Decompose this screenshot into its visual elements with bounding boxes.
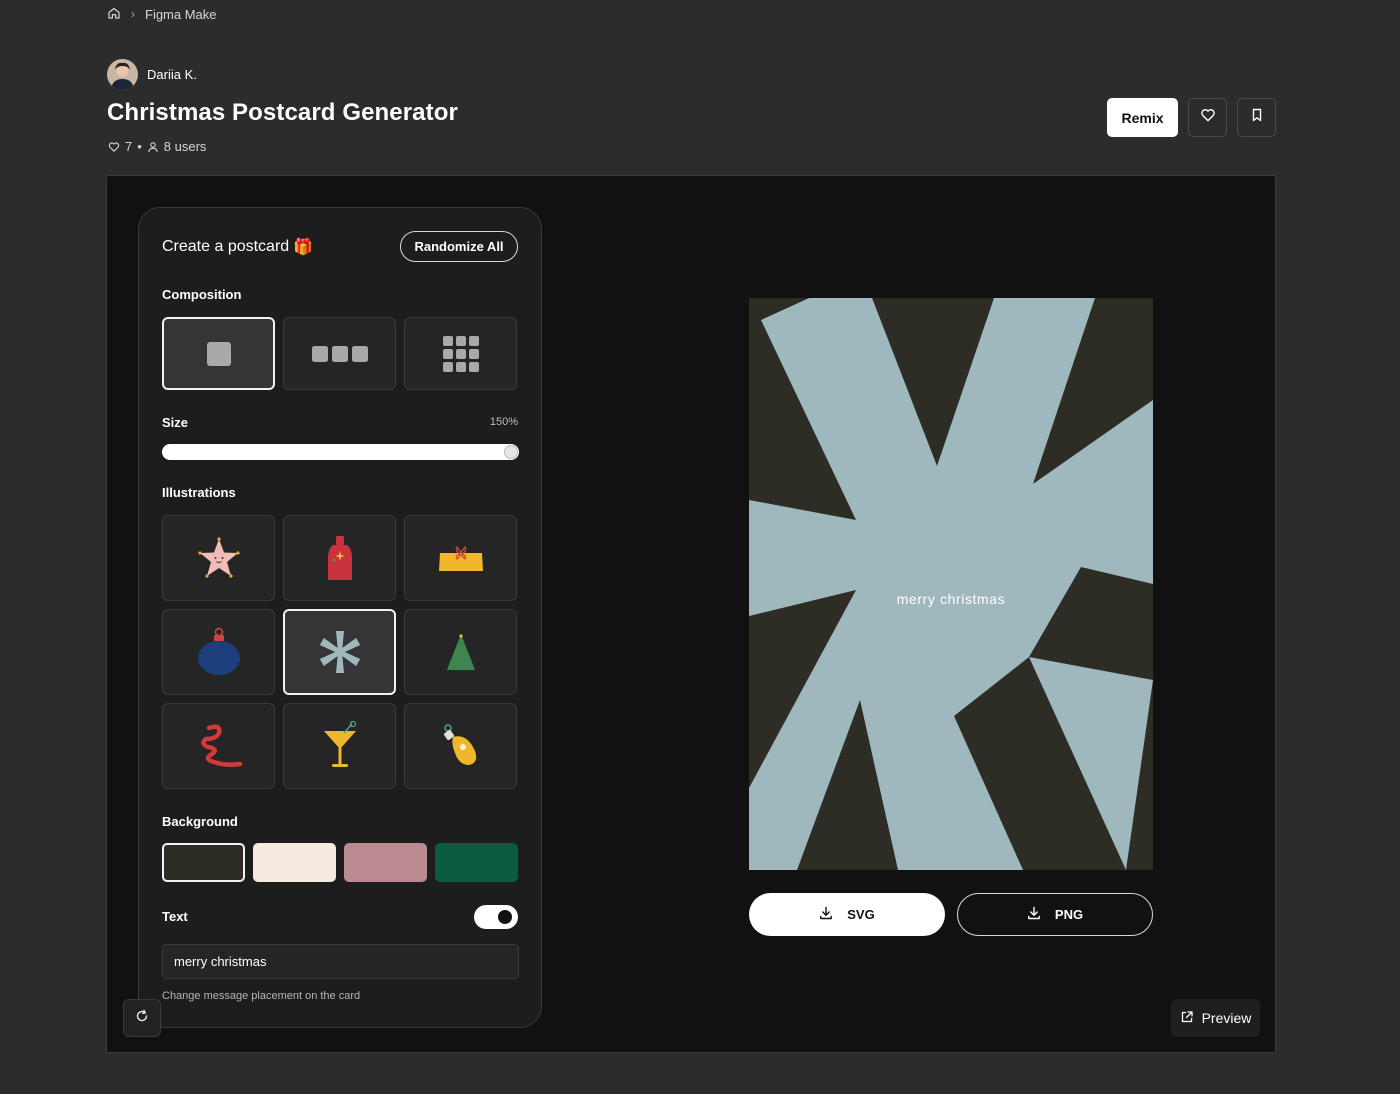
- stats: 7 • 8 users: [108, 139, 206, 154]
- single-square-icon: [206, 341, 231, 366]
- gift-box-icon: [438, 545, 483, 571]
- swatch-green[interactable]: [435, 843, 518, 882]
- author-name[interactable]: Dariia K.: [147, 67, 197, 82]
- refresh-icon: [135, 1009, 149, 1028]
- text-toggle-knob: [498, 910, 512, 924]
- illustration-ornament[interactable]: [162, 609, 275, 695]
- background-label: Background: [162, 814, 238, 829]
- snowflake-icon: [319, 631, 360, 673]
- bottle-icon: [327, 536, 352, 580]
- illustration-snowflake[interactable]: [283, 609, 396, 695]
- postcard-message: merry christmas: [896, 591, 1006, 607]
- size-value: 150%: [489, 416, 518, 428]
- swatch-cream[interactable]: [253, 843, 336, 882]
- breadcrumb-current[interactable]: Figma Make: [145, 7, 217, 22]
- message-input[interactable]: [162, 944, 519, 979]
- external-link-icon: [1180, 1010, 1194, 1027]
- tree-icon: [446, 634, 475, 670]
- bookmark-icon: [1249, 107, 1265, 128]
- panel-title: Create a postcard 🎁: [162, 237, 313, 257]
- gift-emoji: 🎁: [293, 239, 314, 256]
- postcard-snowflake-illustration: [749, 298, 1153, 870]
- illustration-light-bulb[interactable]: [404, 703, 517, 789]
- download-svg-label: SVG: [847, 907, 875, 922]
- placement-hint[interactable]: Change message placement on the card: [162, 990, 360, 1002]
- composition-grid[interactable]: [404, 317, 517, 390]
- illustrations-label: Illustrations: [162, 485, 236, 500]
- bookmark-button[interactable]: [1237, 98, 1276, 137]
- illustration-gift-box[interactable]: [404, 515, 517, 601]
- download-png-button[interactable]: PNG: [957, 893, 1153, 936]
- download-png-label: PNG: [1054, 907, 1084, 922]
- preview-button[interactable]: Preview: [1171, 999, 1260, 1037]
- stats-separator: •: [137, 139, 142, 154]
- home-icon[interactable]: [107, 6, 121, 23]
- nine-squares-icon: [442, 335, 479, 372]
- download-icon: [819, 906, 833, 923]
- breadcrumb: › Figma Make: [107, 4, 217, 24]
- illustration-ribbon[interactable]: [162, 703, 275, 789]
- cocktail-icon: [323, 721, 356, 767]
- heart-icon: [1200, 107, 1216, 128]
- user-icon: [147, 141, 159, 153]
- swatch-charcoal[interactable]: [162, 843, 245, 882]
- download-icon: [1027, 906, 1041, 923]
- swatch-rose[interactable]: [344, 843, 427, 882]
- header-actions: Remix: [1107, 98, 1276, 137]
- refresh-button[interactable]: [123, 999, 161, 1037]
- randomize-all-button[interactable]: Randomize All: [400, 231, 518, 262]
- text-label: Text: [162, 909, 188, 924]
- page-title: Christmas Postcard Generator: [107, 99, 458, 126]
- light-bulb-icon: [443, 724, 476, 765]
- heart-icon: [108, 141, 120, 153]
- composition-row[interactable]: [283, 317, 396, 390]
- composition-single[interactable]: [162, 317, 275, 390]
- composition-options: [162, 317, 517, 390]
- illustration-bottle[interactable]: [283, 515, 396, 601]
- panel-title-text: Create a postcard: [162, 238, 290, 255]
- author[interactable]: Dariia K.: [107, 59, 197, 90]
- illustration-cocktail[interactable]: [283, 703, 396, 789]
- illustration-options: [162, 515, 517, 789]
- download-svg-button[interactable]: SVG: [749, 893, 945, 936]
- three-squares-icon: [311, 345, 368, 362]
- postcard-preview: merry christmas: [749, 298, 1153, 870]
- text-toggle[interactable]: [474, 905, 518, 929]
- controls-panel: Create a postcard 🎁 Randomize All Compos…: [138, 207, 542, 1028]
- illustration-tree[interactable]: [404, 609, 517, 695]
- star-icon: [197, 537, 240, 578]
- preview-label: Preview: [1201, 1010, 1252, 1026]
- ornament-icon: [197, 627, 240, 675]
- chevron-right-icon: ›: [131, 7, 135, 21]
- illustration-star[interactable]: [162, 515, 275, 601]
- app-frame: Create a postcard 🎁 Randomize All Compos…: [106, 175, 1276, 1053]
- background-swatches: [162, 843, 518, 882]
- ribbon-icon: [200, 724, 242, 767]
- size-slider[interactable]: [162, 444, 519, 460]
- users-count: 8 users: [163, 139, 207, 154]
- size-label: Size: [162, 415, 189, 430]
- like-button[interactable]: [1188, 98, 1227, 137]
- remix-button[interactable]: Remix: [1107, 98, 1178, 137]
- avatar[interactable]: [107, 59, 138, 90]
- composition-label: Composition: [162, 287, 242, 302]
- likes-count: 7: [125, 139, 133, 154]
- size-slider-thumb[interactable]: [505, 446, 517, 458]
